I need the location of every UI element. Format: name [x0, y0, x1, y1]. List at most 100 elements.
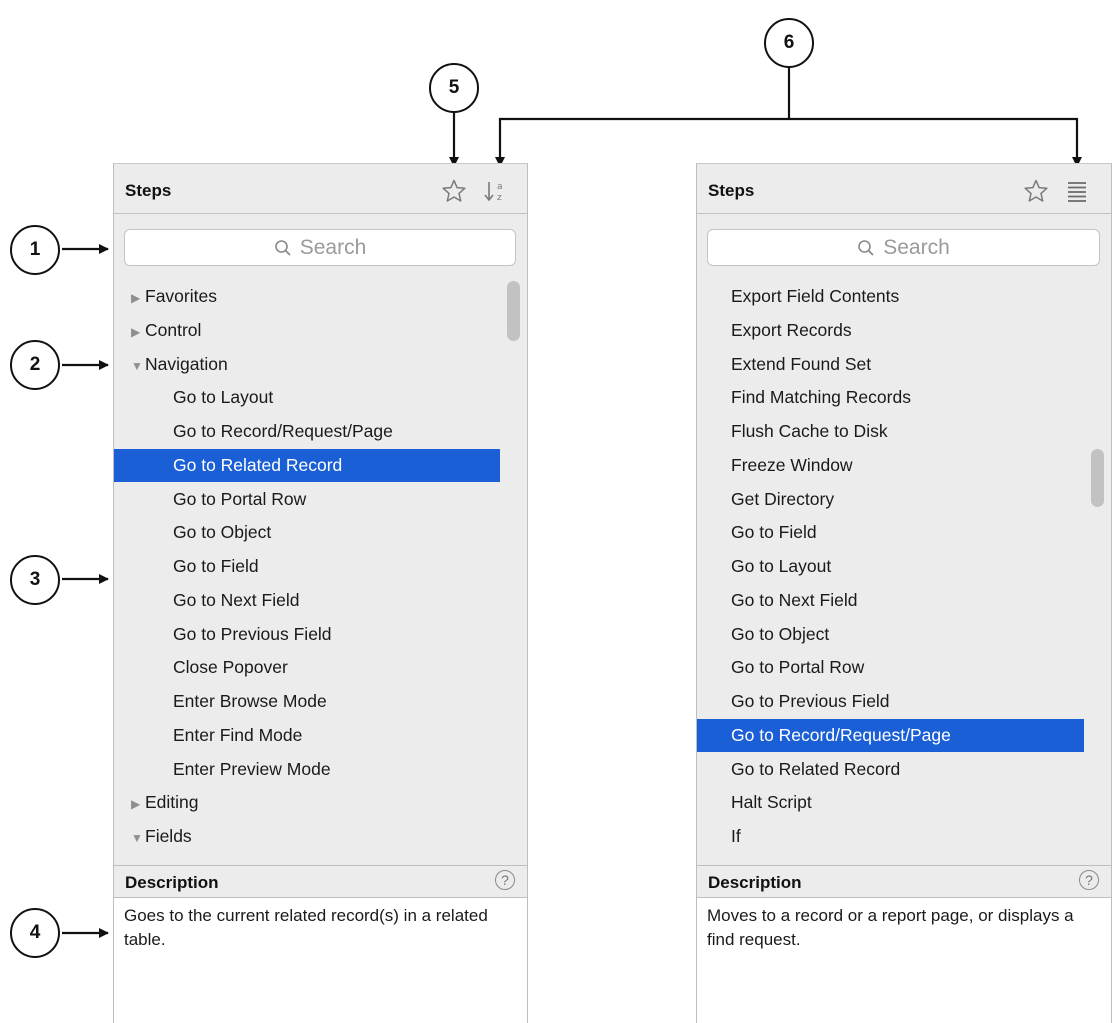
item-label: Go to Related Record — [173, 454, 343, 475]
description-header: Description ? — [697, 865, 1111, 898]
step-item[interactable]: Go to Record/Request/Page — [697, 718, 1084, 752]
scrollbar[interactable] — [1084, 277, 1111, 865]
item-label: If — [731, 826, 741, 846]
list-view-icon[interactable] — [1064, 178, 1090, 204]
item-label: Enter Preview Mode — [173, 758, 331, 779]
help-icon[interactable]: ? — [495, 870, 515, 890]
disclosure-collapsed-icon[interactable]: ▶ — [131, 316, 145, 349]
item-label: Go to Object — [731, 623, 830, 644]
item-label: Go to Next Field — [731, 589, 858, 610]
step-item[interactable]: Find Matching Records — [697, 381, 1084, 414]
search-placeholder: Search — [299, 235, 367, 259]
item-label: Go to Portal Row — [173, 488, 307, 509]
step-item[interactable]: Freeze Window — [697, 449, 1084, 482]
step-item[interactable]: Go to Object — [697, 618, 1084, 651]
item-label: Go to Previous Field — [173, 623, 332, 644]
step-item[interactable]: Go to Layout — [114, 381, 500, 414]
search-placeholder: Search — [883, 235, 950, 259]
callout-4: 4 — [10, 908, 60, 958]
search-input[interactable]: Search — [707, 229, 1100, 266]
step-item[interactable]: Go to Object — [114, 516, 500, 549]
callout-1: 1 — [10, 225, 60, 275]
search-area: Search — [697, 214, 1111, 277]
disclosure-collapsed-icon[interactable]: ▶ — [131, 788, 145, 821]
item-label: Halt Script — [731, 792, 812, 813]
disclosure-expanded-icon[interactable]: ▼ — [131, 822, 145, 855]
description-text: Moves to a record or a report page, or d… — [697, 898, 1111, 1023]
category-item[interactable]: ▶ Control — [114, 314, 500, 347]
callout-2: 2 — [10, 340, 60, 390]
steps-panel-alphabetical: Steps Search Export Field Contents Export… — [696, 163, 1112, 1023]
step-item[interactable]: Go to Record/Request/Page — [114, 415, 500, 448]
item-label: Editing — [145, 792, 199, 813]
steps-list: Export Field Contents Export Records Exten… — [697, 277, 1111, 865]
item-label: Close Popover — [173, 657, 288, 678]
item-label: Extend Found Set — [731, 353, 872, 374]
step-item[interactable]: Export Field Contents — [697, 280, 1084, 313]
sort-az-icon[interactable]: a z — [483, 178, 509, 204]
category-item[interactable]: ▼ Navigation — [114, 348, 500, 381]
step-item[interactable]: Go to Next Field — [697, 584, 1084, 617]
item-label: Go to Previous Field — [731, 691, 890, 711]
steps-header: Steps — [697, 163, 1111, 214]
item-label: Go to Portal Row — [731, 657, 865, 678]
step-item[interactable]: Go to Previous Field — [114, 618, 500, 651]
step-item[interactable]: Flush Cache to Disk — [697, 415, 1084, 448]
steps-list: ▶ Favorites ▶ Control ▼ Navigation Go to Layou… — [114, 277, 527, 865]
search-input[interactable]: Search — [124, 229, 516, 266]
step-item[interactable]: If — [697, 820, 1084, 853]
category-item[interactable]: ▼ Fields — [114, 820, 500, 853]
callout-3: 3 — [10, 555, 60, 605]
steps-panel-categorized: Steps a z Search ▶ Favorites ▶ Control ▼ Navi… — [113, 163, 528, 1023]
step-item[interactable]: Go to Related Record — [697, 753, 1084, 786]
scrollbar-thumb[interactable] — [507, 281, 520, 341]
category-item[interactable]: ▶ Favorites — [114, 280, 500, 313]
category-item[interactable]: ▶ Editing — [114, 786, 500, 819]
star-icon[interactable] — [441, 178, 467, 204]
description-text: Goes to the current related record(s) in… — [114, 898, 527, 1023]
item-label: Go to Field — [731, 522, 817, 543]
item-label: Fields — [145, 826, 192, 846]
scrollbar[interactable] — [500, 277, 527, 865]
item-label: Go to Object — [173, 522, 272, 543]
description-title: Description — [125, 873, 219, 892]
item-label: Get Directory — [731, 488, 835, 509]
step-item[interactable]: Halt Script — [697, 786, 1084, 819]
step-item[interactable]: Go to Related Record — [114, 448, 500, 482]
item-label: Enter Find Mode — [173, 724, 303, 745]
scrollbar-thumb[interactable] — [1091, 449, 1104, 507]
steps-title: Steps — [125, 181, 172, 200]
step-item[interactable]: Export Records — [697, 314, 1084, 347]
disclosure-expanded-icon[interactable]: ▼ — [131, 350, 145, 383]
item-label: Go to Field — [173, 556, 259, 576]
step-item[interactable]: Go to Portal Row — [697, 651, 1084, 684]
description-title: Description — [708, 873, 802, 892]
svg-text:a: a — [497, 182, 503, 192]
step-item[interactable]: Go to Next Field — [114, 584, 500, 617]
item-label: Go to Layout — [731, 556, 832, 576]
step-item[interactable]: Enter Preview Mode — [114, 753, 500, 786]
svg-text:z: z — [497, 193, 502, 203]
callout-5: 5 — [429, 63, 479, 113]
step-item[interactable]: Go to Portal Row — [114, 483, 500, 516]
step-item[interactable]: Go to Field — [114, 550, 500, 583]
step-item[interactable]: Enter Browse Mode — [114, 685, 500, 718]
item-label: Go to Record/Request/Page — [173, 421, 393, 441]
search-icon — [858, 239, 874, 256]
search-icon — [274, 239, 291, 256]
star-icon[interactable] — [1023, 178, 1049, 204]
step-item[interactable]: Go to Layout — [697, 550, 1084, 583]
item-label: Flush Cache to Disk — [731, 421, 888, 441]
item-label: Go to Record/Request/Page — [731, 724, 951, 745]
callout-6: 6 — [764, 18, 814, 68]
item-label: Navigation — [145, 353, 228, 374]
disclosure-collapsed-icon[interactable]: ▶ — [131, 282, 145, 315]
item-label: Freeze Window — [731, 454, 853, 475]
step-item[interactable]: Close Popover — [114, 651, 500, 684]
step-item[interactable]: Go to Field — [697, 516, 1084, 549]
step-item[interactable]: Extend Found Set — [697, 348, 1084, 381]
step-item[interactable]: Get Directory — [697, 483, 1084, 516]
step-item[interactable]: Go to Previous Field — [697, 685, 1084, 718]
step-item[interactable]: Enter Find Mode — [114, 719, 500, 752]
help-icon[interactable]: ? — [1079, 870, 1099, 890]
